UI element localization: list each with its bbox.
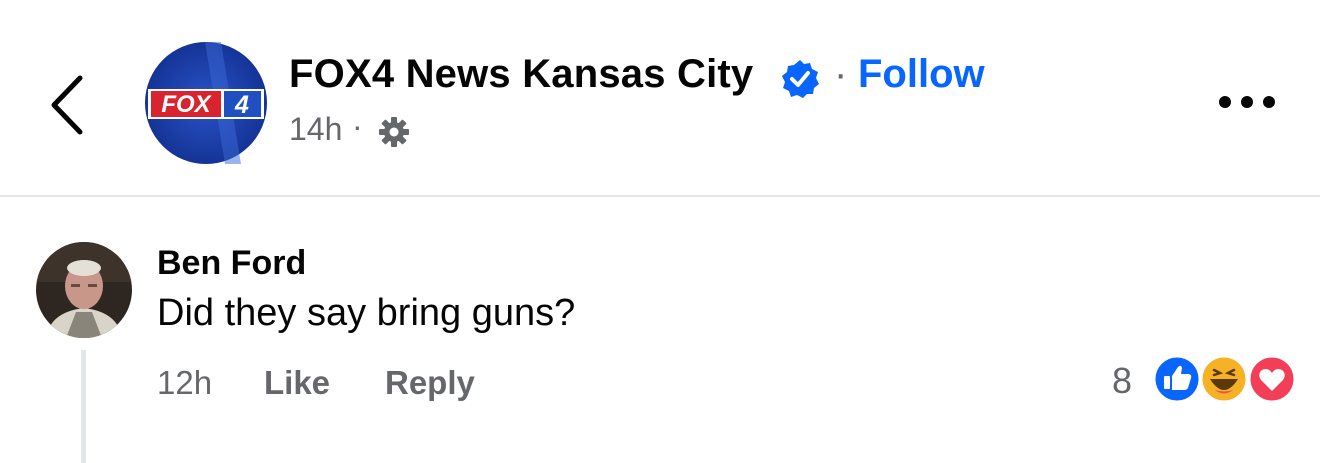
timestamp-separator: · xyxy=(352,108,363,144)
reaction-summary[interactable] xyxy=(1152,353,1302,405)
page-avatar-logo[interactable]: FOX 4 xyxy=(145,42,267,164)
like-button[interactable]: Like xyxy=(264,364,330,402)
header-separator: · xyxy=(834,52,848,96)
like-reaction-icon xyxy=(1152,354,1202,404)
verified-badge-icon xyxy=(782,60,819,98)
thread-line xyxy=(81,350,86,463)
follow-button[interactable]: Follow xyxy=(858,52,985,97)
gear-icon xyxy=(379,117,409,147)
more-dots-icon[interactable] xyxy=(1214,84,1280,120)
logo-4-text: 4 xyxy=(234,91,249,119)
commenter-avatar[interactable] xyxy=(36,242,132,338)
post-timestamp[interactable]: 14h xyxy=(289,111,342,148)
comment-text: Did they say bring guns? xyxy=(157,292,576,334)
reply-button[interactable]: Reply xyxy=(385,364,475,402)
reaction-count[interactable]: 8 xyxy=(1112,360,1132,402)
page-name[interactable]: FOX4 News Kansas City xyxy=(289,52,753,97)
logo-fox-text: FOX xyxy=(161,91,212,118)
post-header: FOX 4 FOX4 News Kansas City · Follow 14h… xyxy=(0,0,1320,197)
back-chevron-icon[interactable] xyxy=(44,70,96,140)
comment-author[interactable]: Ben Ford xyxy=(157,244,306,283)
haha-reaction-icon xyxy=(1199,354,1249,404)
comment-timestamp[interactable]: 12h xyxy=(157,364,212,402)
love-reaction-icon xyxy=(1247,354,1297,404)
